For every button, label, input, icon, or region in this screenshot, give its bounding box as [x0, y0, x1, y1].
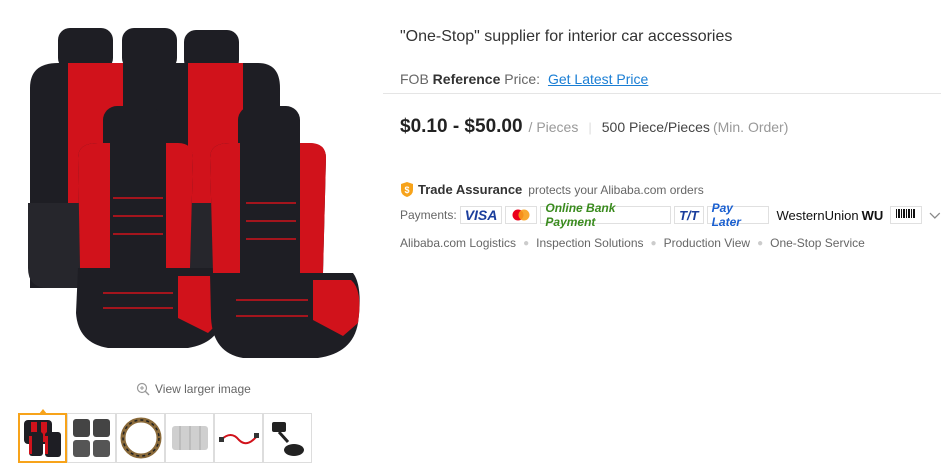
service-inspection[interactable]: Inspection Solutions: [536, 236, 643, 250]
western-union-label: WesternUnion: [776, 207, 859, 223]
zoom-in-icon: [136, 382, 150, 396]
trade-assurance-title[interactable]: Trade Assurance: [418, 182, 522, 197]
chevron-down-icon[interactable]: [929, 209, 941, 221]
floor-mats-thumbnail: [72, 419, 110, 457]
service-separator: ●: [650, 237, 657, 249]
services-row: Alibaba.com Logistics ● Inspection Solut…: [400, 236, 865, 250]
svg-text:$: $: [404, 185, 409, 195]
mastercard-icon: [505, 206, 538, 224]
trade-assurance-shield-icon: $: [401, 182, 413, 197]
fob-reference: Reference: [432, 71, 501, 87]
car-seat-cover-photo: [28, 28, 360, 358]
fob-suffix: Price:: [504, 71, 541, 87]
thumbnail-seat-cover[interactable]: [18, 409, 67, 463]
phone-holder-thumbnail: [271, 422, 304, 456]
view-larger-image-link[interactable]: View larger image: [136, 382, 251, 396]
trade-assurance-row: $ Trade Assurance protects your Alibaba.…: [400, 182, 704, 197]
red-cable-thumbnail: [218, 433, 259, 445]
section-divider: [383, 93, 941, 94]
price-row: $0.10 - $50.00 / Pieces | 500 Piece/Piec…: [400, 116, 788, 138]
thumbnail-steering-cover[interactable]: [116, 413, 165, 463]
service-separator: ●: [757, 237, 764, 249]
price-separator: |: [588, 120, 592, 135]
tt-badge: T/T: [674, 206, 704, 224]
visa-badge: VISA: [459, 206, 503, 224]
thumbnail-floor-mats[interactable]: [67, 413, 116, 463]
fob-prefix: FOB: [400, 71, 429, 87]
main-product-image[interactable]: [18, 18, 368, 373]
service-production-view[interactable]: Production View: [664, 236, 751, 250]
boleto-icon: [890, 206, 923, 224]
sunshade-thumbnail: [171, 426, 208, 450]
pay-later-badge: Pay Later: [706, 201, 770, 229]
min-order-quantity: 500 Piece/Pieces: [601, 119, 710, 135]
price-range: $0.10 - $50.00: [400, 116, 523, 137]
payments-label: Payments:: [400, 208, 457, 222]
payments-row: Payments: VISA Online Bank Payment T/T P…: [400, 201, 941, 229]
service-logistics[interactable]: Alibaba.com Logistics: [400, 236, 516, 250]
online-bank-payment-badge: Online Bank Payment: [540, 201, 672, 229]
western-union-badge: WesternUnion WU: [772, 206, 887, 224]
thumbnail-strip: [18, 409, 312, 463]
thumbnail-cable[interactable]: [214, 413, 263, 463]
view-larger-label: View larger image: [155, 382, 251, 396]
western-union-mark: WU: [861, 207, 884, 223]
red-seat-cover-thumbnail: [23, 420, 61, 457]
steering-wheel-cover-thumbnail: [120, 417, 161, 459]
trade-assurance-text: protects your Alibaba.com orders: [528, 182, 704, 197]
thumbnail-sunshade[interactable]: [165, 413, 214, 463]
thumbnail-phone-holder[interactable]: [263, 413, 312, 463]
price-unit: / Pieces: [528, 119, 579, 135]
fob-price-line: FOB Reference Price: Get Latest Price: [400, 71, 648, 87]
service-separator: ●: [523, 237, 530, 249]
get-latest-price-link[interactable]: Get Latest Price: [548, 71, 648, 87]
service-one-stop[interactable]: One-Stop Service: [770, 236, 865, 250]
product-title: "One-Stop" supplier for interior car acc…: [400, 28, 733, 45]
min-order-note: (Min. Order): [712, 119, 789, 135]
